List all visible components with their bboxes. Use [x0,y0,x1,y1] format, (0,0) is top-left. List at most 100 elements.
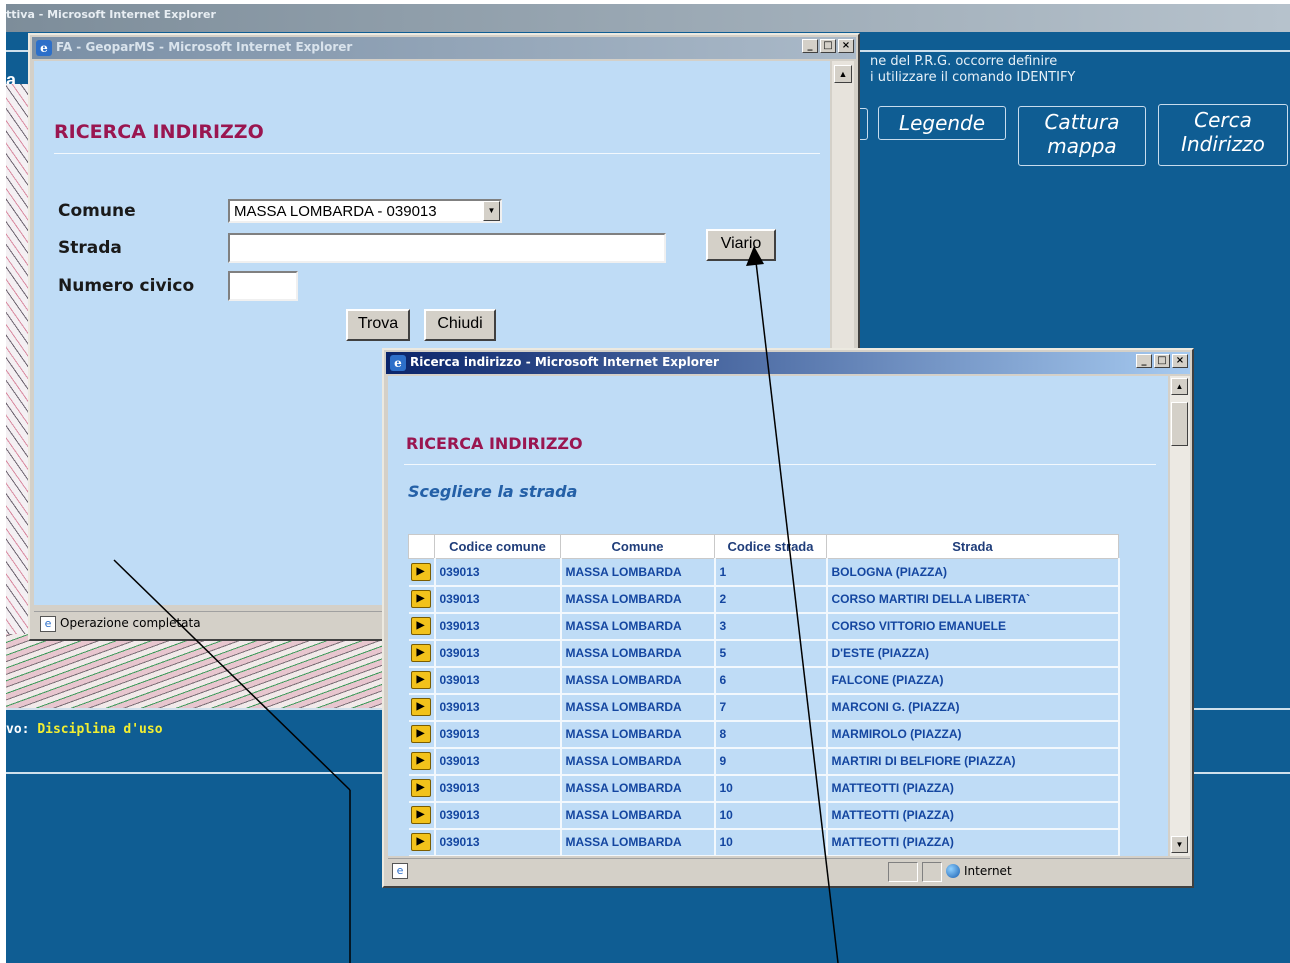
table-row[interactable]: ▶ 039013 MASSA LOMBARDA 10 MATTEOTTI (PIAZZA… [408,774,1120,803]
viario-button[interactable]: Viario [706,229,776,261]
row-select-cell[interactable]: ▶ [408,558,436,587]
table-row[interactable]: ▶ 039013 MASSA LOMBARDA 10 MATTEOTTI (PIAZZA… [408,801,1120,830]
strada-cell[interactable]: BOLOGNA (PIAZZA) [826,558,1120,587]
row-select-cell[interactable]: ▶ [408,828,436,856]
scroll-up-icon[interactable]: ▲ [1171,378,1188,395]
status-text: Operazione completata [60,616,201,630]
column-header[interactable]: Codice comune [434,534,561,559]
close-button[interactable]: × [838,39,854,53]
minimize-button[interactable]: _ [1136,354,1152,368]
legende-button[interactable]: Legende [878,106,1006,140]
comune-label: Comune [58,201,136,221]
maximize-button[interactable]: □ [820,39,836,53]
table-row[interactable]: ▶ 039013 MASSA LOMBARDA 6 FALCONE (PIAZZA) [408,666,1120,695]
window-titlebar[interactable]: e FA - GeoparMS - Microsoft Internet Exp… [32,37,856,59]
row-select-cell[interactable]: ▶ [408,774,436,803]
cattura-mappa-button[interactable]: Cattura mappa [1018,106,1146,166]
select-arrow-icon[interactable]: ▶ [410,698,431,716]
select-arrow-icon[interactable]: ▶ [410,562,431,581]
column-header[interactable]: Strada [826,534,1119,559]
strada-cell[interactable]: MARCONI G. (PIAZZA) [826,693,1120,722]
row-select-cell[interactable]: ▶ [408,585,436,614]
page-title: RICERCA INDIRIZZO [54,121,264,143]
close-button[interactable]: × [1172,354,1188,368]
row-select-cell[interactable]: ▶ [408,855,436,856]
select-arrow-icon[interactable]: ▶ [410,779,431,797]
table-row[interactable]: ▶ 039013 MASSA LOMBARDA 5 D'ESTE (PIAZZA) [408,639,1120,668]
strada-cell[interactable]: CORSO VITTORIO EMANUELE [826,612,1120,641]
table-row[interactable]: ▶ 039013 MASSA LOMBARDA 7 MARCONI G. (PIAZZA… [408,693,1120,722]
strada-cell[interactable]: MAZZINI (PIAZZA) [826,855,1120,856]
comune-cell: MASSA LOMBARDA [560,585,716,614]
civico-input[interactable] [228,271,298,301]
column-header[interactable]: Codice strada [714,534,827,559]
window-titlebar[interactable]: e Ricerca indirizzo - Microsoft Internet… [386,352,1190,374]
codice-comune-cell: 039013 [434,639,562,668]
row-select-cell[interactable]: ▶ [408,693,436,722]
table-row[interactable]: ▶ 039013 MASSA LOMBARDA 9 MARTIRI DI BELFIOR… [408,747,1120,776]
scroll-thumb[interactable] [1171,402,1188,446]
minimize-button[interactable]: _ [802,39,818,53]
cerca-indirizzo-button[interactable]: Cerca Indirizzo [1158,104,1288,166]
comune-cell: MASSA LOMBARDA [560,801,716,830]
strada-cell[interactable]: CORSO MARTIRI DELLA LIBERTA` [826,585,1120,614]
strada-cell[interactable]: MATTEOTTI (PIAZZA) [826,774,1120,803]
table-row[interactable]: ▶ 039013 MASSA LOMBARDA 8 MARMIROLO (PIAZZA) [408,720,1120,749]
window-controls: _ □ × [1136,354,1188,368]
scroll-up-icon[interactable]: ▲ [834,65,852,83]
strada-cell[interactable]: MARTIRI DI BELFIORE (PIAZZA) [826,747,1120,776]
map-view-bottom[interactable] [6,634,386,708]
strada-cell[interactable]: D'ESTE (PIAZZA) [826,639,1120,668]
strada-cell[interactable]: MATTEOTTI (PIAZZA) [826,801,1120,830]
select-arrow-icon[interactable]: ▶ [410,833,431,851]
trova-button[interactable]: Trova [346,309,410,341]
results-window: e Ricerca indirizzo - Microsoft Internet… [382,348,1194,888]
codice-comune-cell: 039013 [434,585,562,614]
codice-strada-cell: 1 [714,558,828,587]
comune-cell: MASSA LOMBARDA [560,639,716,668]
comune-cell: MASSA LOMBARDA [560,693,716,722]
strada-cell[interactable]: MARMIROLO (PIAZZA) [826,720,1120,749]
row-select-cell[interactable]: ▶ [408,747,436,776]
chiudi-button[interactable]: Chiudi [424,309,496,341]
strada-label: Strada [58,238,122,258]
codice-strada-cell: 8 [714,720,828,749]
row-select-cell[interactable]: ▶ [408,801,436,830]
select-arrow-icon[interactable]: ▶ [410,806,431,824]
divider [54,153,820,154]
table-row[interactable]: ▶ 039013 MASSA LOMBARDA 1 BOLOGNA (PIAZZA) [408,558,1120,587]
strada-input[interactable] [228,233,666,263]
select-arrow-icon[interactable]: ▶ [410,671,431,689]
strada-cell[interactable]: MATTEOTTI (PIAZZA) [826,828,1120,856]
column-header-select [408,534,435,559]
codice-strada-cell: 10 [714,774,828,803]
table-row[interactable]: ▶ 039013 MASSA LOMBARDA 10 MATTEOTTI (PIAZZA… [408,828,1120,856]
codice-comune-cell: 039013 [434,855,562,856]
table-header-row: Codice comune Comune Codice strada Strad… [408,534,1119,559]
road-table: Codice comune Comune Codice strada Strad… [408,534,1120,856]
table-row[interactable]: ▶ 039013 MASSA LOMBARDA 3 CORSO VITTORIO EMA… [408,612,1120,641]
table-row[interactable]: ▶039013MASSA LOMBARDA11MAZZINI (PIAZZA) [408,855,1120,856]
select-arrow-icon[interactable]: ▶ [410,725,431,743]
column-header[interactable]: Comune [560,534,715,559]
row-select-cell[interactable]: ▶ [408,639,436,668]
active-layer-value: Disciplina d'uso [37,722,163,737]
vertical-scrollbar[interactable]: ▲ ▼ [1170,376,1190,856]
legende-button-label: Legende [898,111,986,135]
row-select-cell[interactable]: ▶ [408,612,436,641]
maximize-button[interactable]: □ [1154,354,1170,368]
select-arrow-icon[interactable]: ▶ [410,644,431,662]
security-zone-label: Internet [964,864,1012,878]
civico-label: Numero civico [58,276,195,296]
select-arrow-icon[interactable]: ▶ [410,752,431,770]
chevron-down-icon[interactable]: ▼ [483,201,500,221]
scroll-down-icon[interactable]: ▼ [1171,836,1188,853]
strada-cell[interactable]: FALCONE (PIAZZA) [826,666,1120,695]
select-arrow-icon[interactable]: ▶ [410,590,431,608]
comune-select[interactable]: MASSA LOMBARDA - 039013 ▼ [228,199,502,223]
select-arrow-icon[interactable]: ▶ [410,617,431,635]
table-row[interactable]: ▶ 039013 MASSA LOMBARDA 2 CORSO MARTIRI DELL… [408,585,1120,614]
codice-strada-cell: 6 [714,666,828,695]
row-select-cell[interactable]: ▶ [408,720,436,749]
row-select-cell[interactable]: ▶ [408,666,436,695]
